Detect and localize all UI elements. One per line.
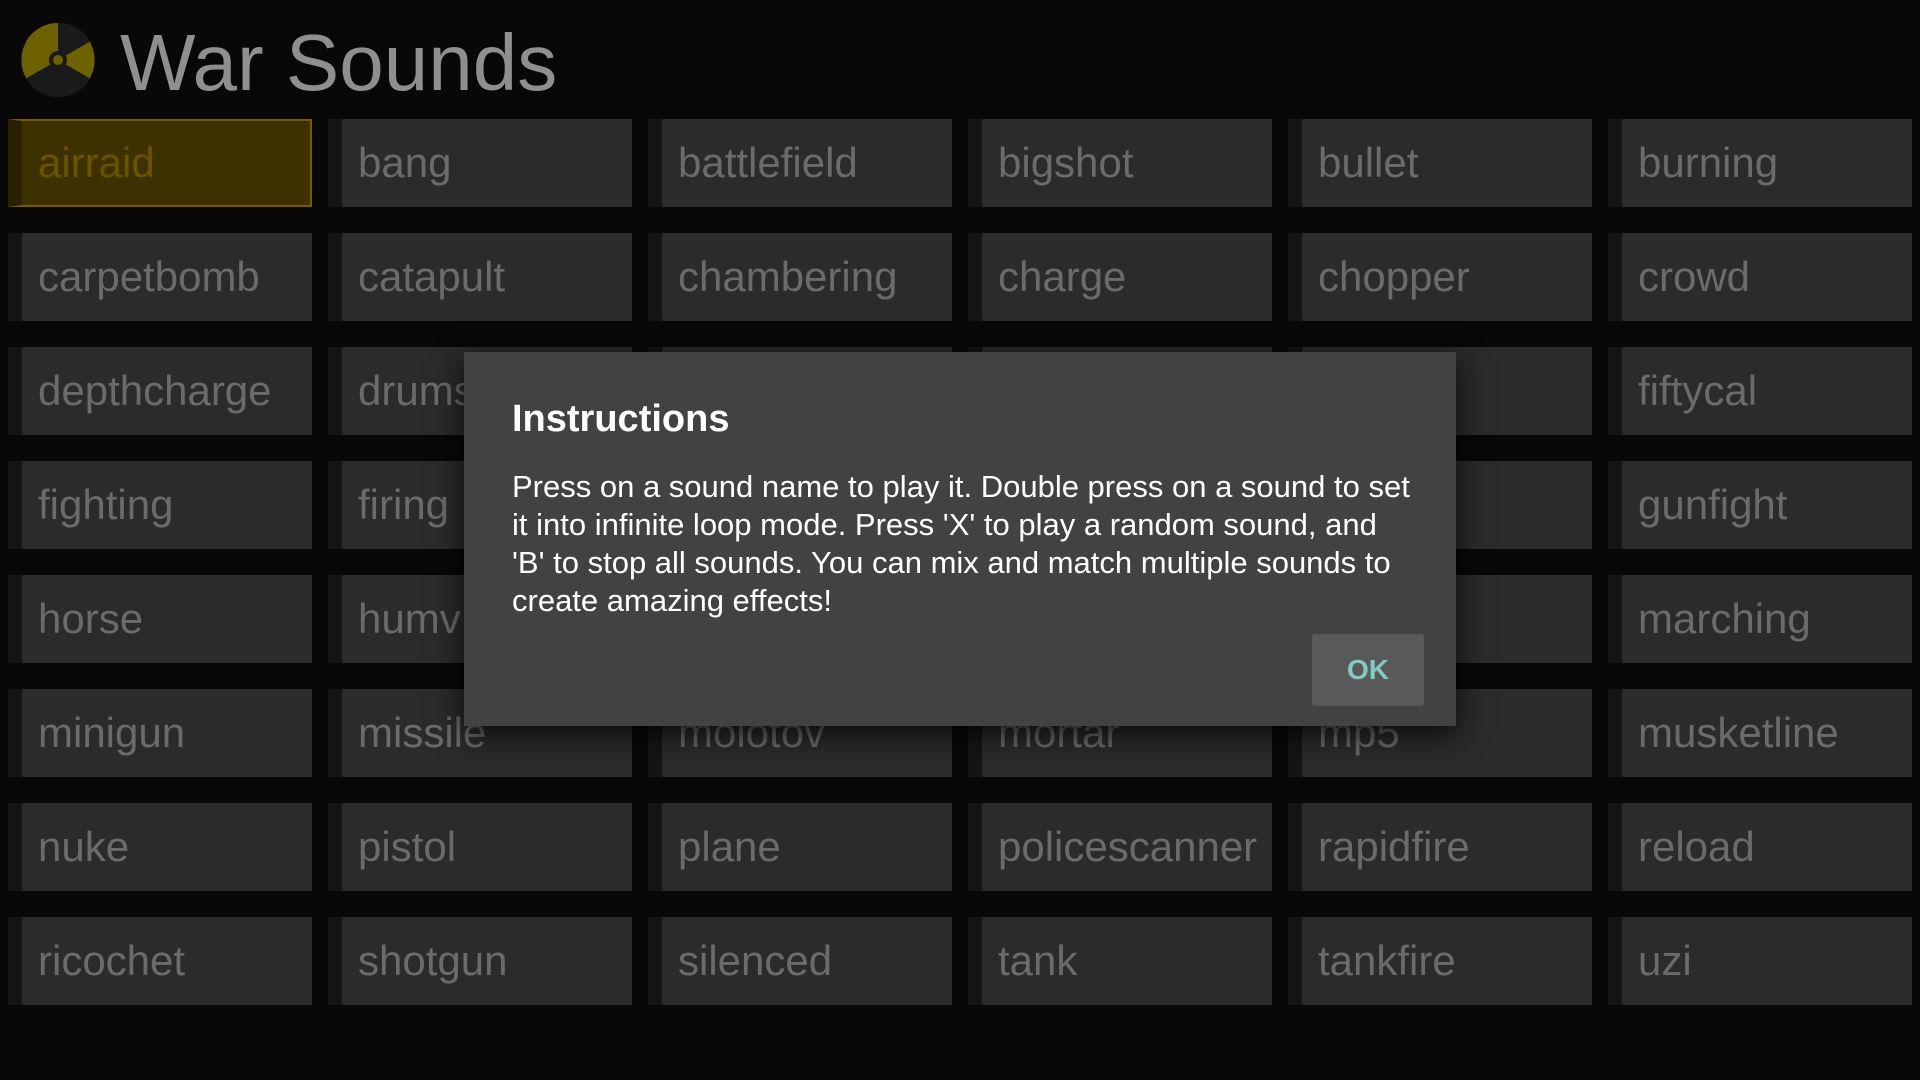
sound-button-label: musketline: [1638, 709, 1839, 756]
sound-button[interactable]: gunfight: [1608, 461, 1912, 549]
sound-button-label: bigshot: [998, 139, 1134, 186]
sound-button[interactable]: airraid: [8, 119, 312, 207]
sound-button[interactable]: depthcharge: [8, 347, 312, 435]
app-title: War Sounds: [120, 18, 558, 107]
app-root: War Sounds airraid bang battlefield bigshot…: [0, 0, 1920, 1080]
dialog-body: Press on a sound name to play it. Double…: [512, 469, 1410, 618]
sound-button-label: nuke: [38, 823, 130, 870]
sound-button[interactable]: burning: [1608, 119, 1912, 207]
sound-button-label: depthcharge: [38, 367, 272, 414]
sound-button-label: silenced: [678, 937, 833, 984]
sound-button-label: bang: [358, 139, 452, 186]
sound-button[interactable]: crowd: [1608, 233, 1912, 321]
sound-button-label: ricochet: [38, 937, 186, 984]
sound-button[interactable]: tankfire: [1288, 917, 1592, 1005]
sound-button-label: plane: [678, 823, 781, 870]
sound-button-label: pistol: [358, 823, 457, 870]
sound-button[interactable]: minigun: [8, 689, 312, 777]
sound-button-label: burning: [1638, 139, 1779, 186]
sound-button[interactable]: uzi: [1608, 917, 1912, 1005]
sound-button-label: humv: [358, 595, 461, 642]
sound-button[interactable]: policescanner: [968, 803, 1272, 891]
sound-button-label: reload: [1638, 823, 1755, 870]
sound-button[interactable]: marching: [1608, 575, 1912, 663]
sound-button-label: bullet: [1318, 139, 1419, 186]
sound-button[interactable]: plane: [648, 803, 952, 891]
sound-button[interactable]: shotgun: [328, 917, 632, 1005]
sound-button-label: policescanner: [998, 823, 1258, 870]
sound-button-label: airraid: [38, 139, 155, 186]
sound-button-label: crowd: [1638, 253, 1751, 300]
sound-button-label: catapult: [358, 253, 506, 300]
sound-button-label: tank: [998, 937, 1078, 984]
sound-button[interactable]: charge: [968, 233, 1272, 321]
sound-button[interactable]: musketline: [1608, 689, 1912, 777]
sound-button[interactable]: carpetbomb: [8, 233, 312, 321]
sound-button[interactable]: tank: [968, 917, 1272, 1005]
sound-button-label: carpetbomb: [38, 253, 260, 300]
sound-button-label: uzi: [1638, 937, 1692, 984]
sound-button[interactable]: chambering: [648, 233, 952, 321]
ok-button[interactable]: OK: [1312, 634, 1424, 706]
sound-button[interactable]: nuke: [8, 803, 312, 891]
sound-button-label: tankfire: [1318, 937, 1456, 984]
sound-button[interactable]: fighting: [8, 461, 312, 549]
sound-button[interactable]: ricochet: [8, 917, 312, 1005]
sound-button-label: horse: [38, 595, 144, 642]
sound-button-label: firing: [358, 481, 450, 528]
sound-button-label: shotgun: [358, 937, 508, 984]
sound-button-label: drums: [358, 367, 475, 414]
sound-button[interactable]: pistol: [328, 803, 632, 891]
sound-button-label: marching: [1638, 595, 1811, 642]
sound-button-label: rapidfire: [1318, 823, 1470, 870]
sound-button[interactable]: reload: [1608, 803, 1912, 891]
sound-button-label: fiftycal: [1638, 367, 1758, 414]
sound-button-label: minigun: [38, 709, 186, 756]
sound-button[interactable]: bigshot: [968, 119, 1272, 207]
sound-button[interactable]: horse: [8, 575, 312, 663]
dialog-title: Instructions: [512, 398, 730, 440]
sound-button[interactable]: silenced: [648, 917, 952, 1005]
sound-button[interactable]: catapult: [328, 233, 632, 321]
sound-button-label: charge: [998, 253, 1127, 300]
sound-button-label: chambering: [678, 253, 898, 300]
sound-button-label: fighting: [38, 481, 174, 528]
sound-button-label: battlefield: [678, 139, 858, 186]
sound-button[interactable]: battlefield: [648, 119, 952, 207]
sound-button[interactable]: bullet: [1288, 119, 1592, 207]
sound-button-label: chopper: [1318, 253, 1470, 300]
app-header: War Sounds: [0, 0, 1920, 118]
radiation-icon: [20, 22, 96, 98]
instructions-dialog: Instructions Press on a sound name to pl…: [464, 352, 1456, 726]
sound-button[interactable]: rapidfire: [1288, 803, 1592, 891]
sound-button[interactable]: fiftycal: [1608, 347, 1912, 435]
sound-button[interactable]: bang: [328, 119, 632, 207]
sound-button[interactable]: chopper: [1288, 233, 1592, 321]
sound-button-label: gunfight: [1638, 481, 1788, 528]
